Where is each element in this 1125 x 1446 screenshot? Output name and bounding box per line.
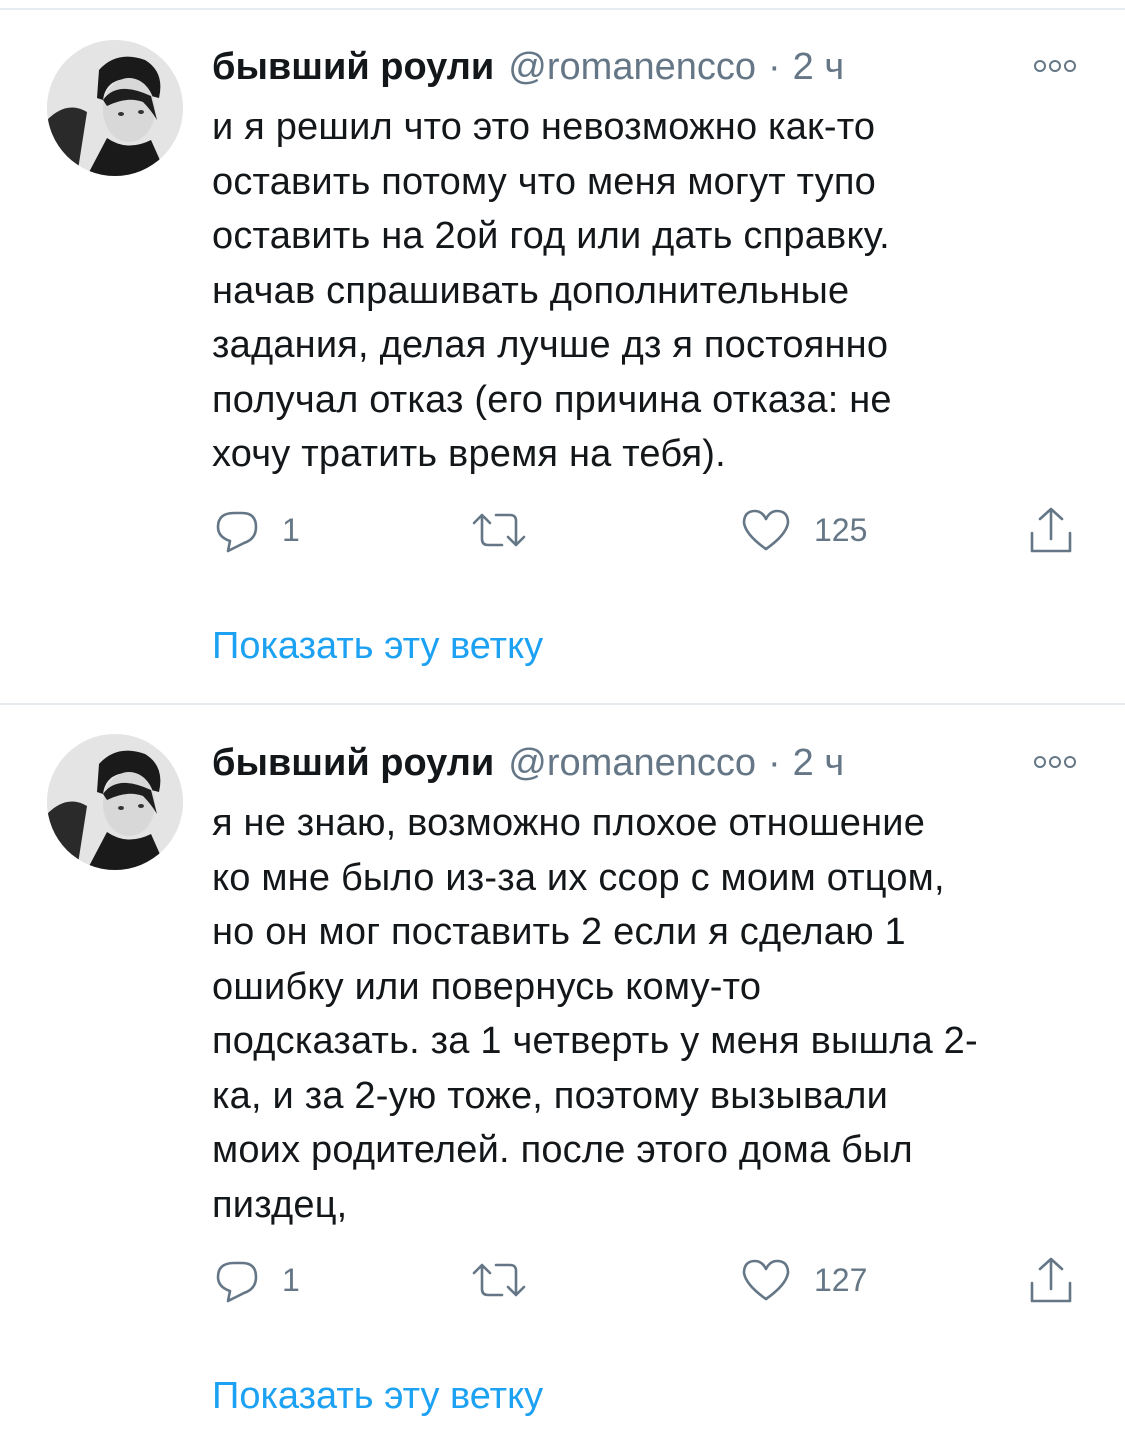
share-icon	[1030, 507, 1072, 553]
separator-dot: ·	[767, 46, 781, 88]
like-icon	[742, 1259, 790, 1301]
tweet-header: бывший роули @romanencco · 2 ч	[212, 738, 844, 788]
retweet-icon	[472, 513, 526, 547]
avatar[interactable]	[47, 40, 183, 176]
like-icon	[742, 509, 790, 551]
tweet-text-line: ко мне было из-за их ссор с моим отцом,	[212, 856, 945, 899]
tweet-text-line: ошибку или повернусь кому-то	[212, 965, 762, 1008]
display-name[interactable]: бывший роули	[212, 742, 494, 784]
reply-icon	[216, 1261, 258, 1303]
tweet-divider	[0, 703, 1125, 705]
tweet-text-line: хочу тратить время на тебя).	[212, 433, 726, 475]
handle[interactable]: @romanencco	[508, 46, 756, 88]
retweet-button[interactable]	[470, 505, 550, 555]
tweet-text: и я решил что это невозможно как-то оста…	[212, 100, 1092, 482]
tweet-text-line: ка, и за 2-ую тоже, поэтому вызывали	[212, 1074, 889, 1117]
reply-button[interactable]: 1	[214, 1255, 300, 1305]
avatar-photo	[47, 40, 183, 176]
share-icon	[1030, 1257, 1072, 1303]
tweet-text-line: получал отказ (его причина отказа: не	[212, 378, 892, 421]
tweet-text-line: начав спрашивать дополнительные	[212, 269, 850, 312]
tweet-text: я не знаю, возможно плохое отношение ко …	[212, 796, 1092, 1232]
handle[interactable]: @romanencco	[508, 742, 756, 784]
tweet-text-line: задания, делая лучше дз я постоянно	[212, 324, 889, 366]
tweet[interactable]: бывший роули @romanencco · 2 ч я не знаю, в…	[0, 706, 1125, 1446]
tweet[interactable]: бывший роули @romanencco · 2 ч и я решил чт…	[0, 0, 1125, 700]
avatar-photo	[47, 734, 183, 870]
reply-count: 1	[282, 511, 300, 548]
share-button[interactable]	[1028, 505, 1074, 555]
timestamp[interactable]: 2 ч	[793, 46, 845, 88]
tweet-text-line: я не знаю, возможно плохое отношение	[212, 802, 926, 844]
more-options-icon[interactable]	[1032, 752, 1078, 772]
timestamp[interactable]: 2 ч	[793, 742, 845, 784]
share-button[interactable]	[1028, 1255, 1074, 1305]
like-button[interactable]: 125	[740, 505, 867, 555]
tweet-text-line: пиздец,	[212, 1183, 348, 1226]
separator-dot: ·	[767, 742, 781, 784]
more-options-icon[interactable]	[1032, 56, 1078, 76]
display-name[interactable]: бывший роули	[212, 46, 494, 88]
tweet-text-line: оставить на 2ой год или дать справку.	[212, 215, 890, 257]
retweet-icon	[472, 1263, 526, 1297]
reply-button[interactable]: 1	[214, 505, 300, 555]
reply-icon	[216, 511, 258, 553]
like-count: 125	[814, 511, 868, 548]
tweet-text-line: и я решил что это невозможно как-то	[212, 106, 876, 148]
like-count: 127	[814, 1261, 868, 1298]
retweet-button[interactable]	[470, 1255, 550, 1305]
show-thread-link[interactable]: Показать эту ветку	[212, 1371, 543, 1421]
tweet-header: бывший роули @romanencco · 2 ч	[212, 42, 844, 92]
reply-count: 1	[282, 1261, 300, 1298]
tweet-text-line: подсказать. за 1 четверть у меня вышла 2…	[212, 1020, 978, 1062]
tweet-text-line: оставить потому что меня могут тупо	[212, 160, 876, 203]
tweet-text-line: моих родителей. после этого дома был	[212, 1129, 913, 1171]
show-thread-link[interactable]: Показать эту ветку	[212, 621, 543, 671]
avatar[interactable]	[47, 734, 183, 870]
like-button[interactable]: 127	[740, 1255, 867, 1305]
tweet-text-line: но он мог поставить 2 если я сделаю 1	[212, 911, 906, 953]
